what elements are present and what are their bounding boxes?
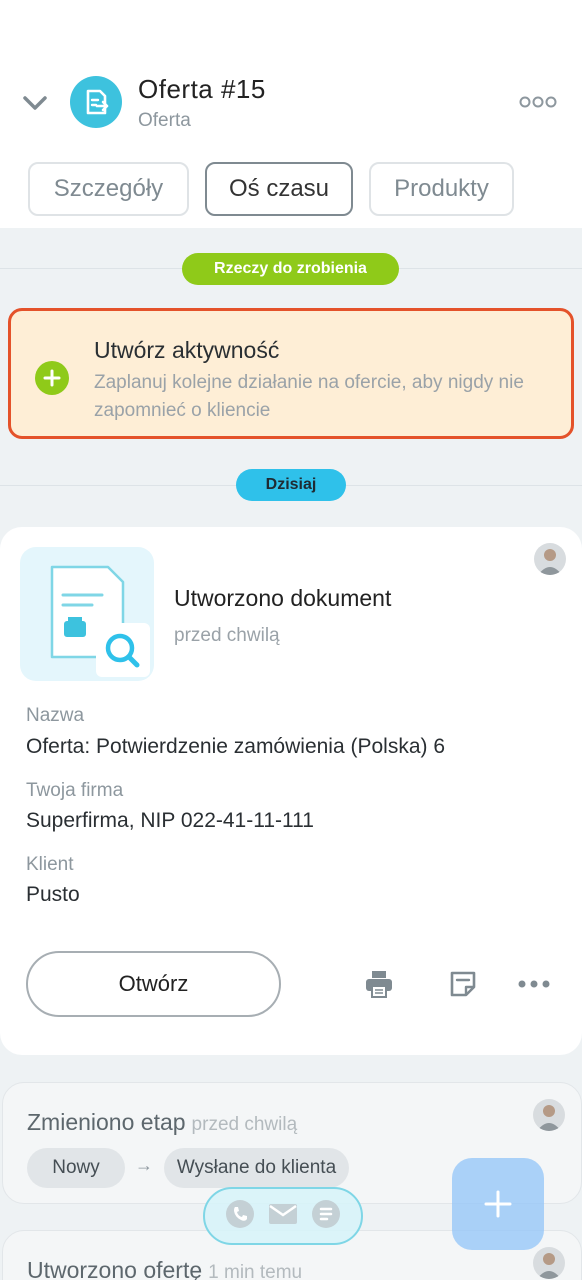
document-title: Utworzono dokument [174,585,392,611]
field-label-client: Klient [26,854,74,875]
open-button[interactable]: Otwórz [26,951,281,1017]
create-activity-title: Utwórz aktywność [94,337,280,363]
field-value-client: Pusto [26,883,80,906]
document-thumbnail[interactable] [20,547,154,681]
document-time: przed chwilą [174,625,280,646]
note-icon[interactable] [446,967,480,1001]
tab-timeline[interactable]: Oś czasu [205,162,353,216]
stage-from-chip: Nowy [27,1148,125,1188]
avatar[interactable] [533,1247,565,1279]
tab-details[interactable]: Szczegóły [28,162,189,216]
chevron-down-icon[interactable] [20,88,50,118]
tab-products[interactable]: Produkty [369,162,514,216]
field-value-name: Oferta: Potwierdzenie zamówienia (Polska… [26,735,446,758]
create-activity-card[interactable]: Utwórz aktywność Zaplanuj kolejne działa… [8,308,574,439]
print-icon[interactable] [362,967,396,1001]
entity-header: Oferta #15 Oferta Szczegóły Oś czasu Pro… [0,0,582,228]
create-activity-description: Zaplanuj kolejne działanie na ofercie, a… [94,372,524,421]
arrow-right-icon: → [135,1155,153,1175]
mail-icon[interactable] [268,1202,298,1231]
avatar[interactable] [534,543,566,575]
avatar[interactable] [533,1099,565,1131]
sms-icon[interactable] [311,1199,341,1234]
tab-bar: Szczegóły Oś czasu Produkty [0,162,582,216]
plus-circle-icon [35,361,69,395]
more-options-icon[interactable] [518,92,558,112]
offer-created-title: Utworzono ofertę 1 min temu [27,1257,302,1280]
field-value-company: Superfirma, NIP 022-41-11-111 [26,809,314,832]
stage-changed-title: Zmieniono etap przed chwilą [27,1109,298,1135]
field-label-company: Twoja firma [26,780,124,801]
today-section-badge: Dzisiaj [236,469,346,501]
document-entity-icon [70,76,122,128]
offer-created-time: 1 min temu [208,1262,303,1280]
stage-changed-time: przed chwilą [191,1114,298,1135]
add-fab-button[interactable] [452,1158,544,1250]
stage-to-chip: Wysłane do klienta [164,1148,349,1188]
page-title: Oferta #15 [138,74,266,104]
communication-bar [203,1187,363,1245]
phone-icon[interactable] [225,1199,255,1234]
plus-icon [484,1190,512,1218]
todo-section-badge: Rzeczy do zrobienia [182,253,399,285]
document-created-card: Utworzono dokument przed chwilą Nazwa Of… [0,527,582,1055]
field-label-name: Nazwa [26,705,85,726]
more-icon[interactable] [517,967,551,1001]
page-subtitle: Oferta [138,110,191,131]
